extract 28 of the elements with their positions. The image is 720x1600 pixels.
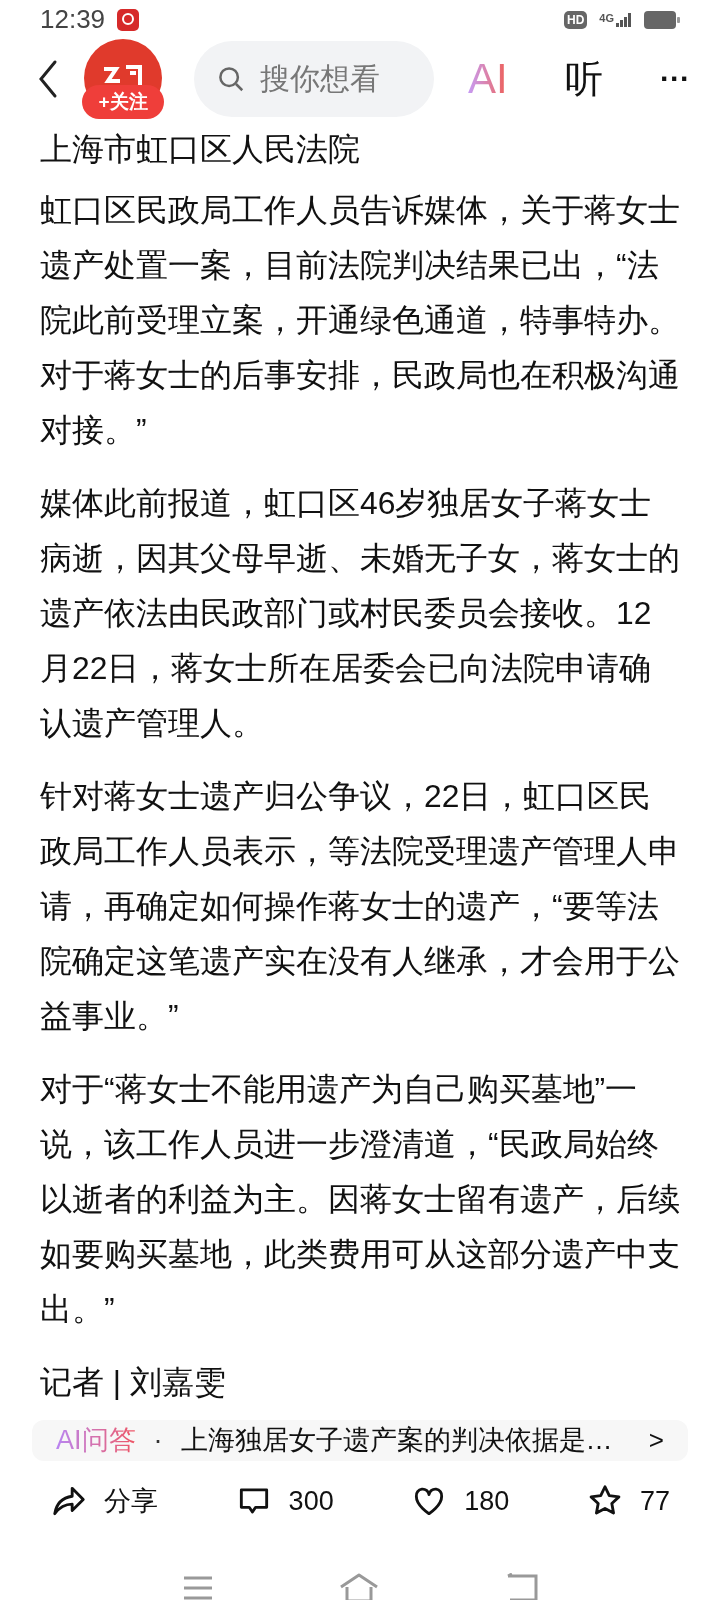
share-button[interactable]: 分享 [50,1480,158,1521]
app-icon [117,8,140,31]
like-button[interactable]: 180 [410,1480,510,1521]
ai-qa-bar[interactable]: AI问答 · 上海独居女子遗产案的判决依据是… > [32,1420,688,1461]
listen-button[interactable]: 听 [564,60,603,98]
menu-icon[interactable] [182,1575,215,1600]
article-paragraph: 针对蒋女士遗产归公争议，22日，虹口区民政局工作人员表示，等法院受理遗产管理人申请，再确定如何操作蒋女士的遗产，“要等法院确定这笔遗产实在没有人继承，才会用于公益事业。” [40,777,680,1036]
article-paragraph: 对于“蒋女士不能用遗产为自己购买墓地”一说，该工作人员进一步澄清道，“民政局始终以逝者的利益为主。因蒋女士留有遗产，后续如要购买墓地，此类费用可从这部分遗产中支出。” [40,1070,680,1329]
separator-dot: · [153,1424,163,1457]
search-field[interactable]: 搜你想看 [194,41,434,117]
chevron-right: > [648,1423,664,1457]
favorite-button[interactable]: 77 [585,1480,670,1521]
source-line: 上海市虹口区人民法院 [40,130,361,169]
network-label: 4G [599,12,614,24]
reporter-line: 记者 | 刘嘉雯 [40,1363,227,1402]
ai-qa-question: 上海独居女子遗产案的判决依据是… [180,1424,614,1457]
article-paragraph: 虹口区民政局工作人员告诉媒体，关于蒋女士遗产处置一案，目前法院判决结果已出，“法院此前受理立案，开通绿色通道，特事特办。对于蒋女士的后事安排，民政局也在积极沟通对接。” [40,191,680,450]
search-icon [216,64,246,94]
status-time: 12:39 [40,3,106,36]
follow-button[interactable]: +关注 [82,85,164,119]
back-icon [37,59,59,99]
home-icon[interactable] [339,1573,379,1600]
more-button[interactable]: ··· [660,64,690,94]
signal-icon [616,12,632,27]
article-paragraph: 媒体此前报道，虹口区46岁独居女子蒋女士病逝，因其父母早逝、未婚无子女，蒋女士的遗产依法由民政部门或村民委员会接收。12月22日，蒋女士所在居委会已向法院申请确认遗产管理人。 [40,484,680,743]
comment-button[interactable]: 300 [234,1480,334,1521]
battery-icon [644,10,680,29]
hd-badge: HD [563,10,588,29]
